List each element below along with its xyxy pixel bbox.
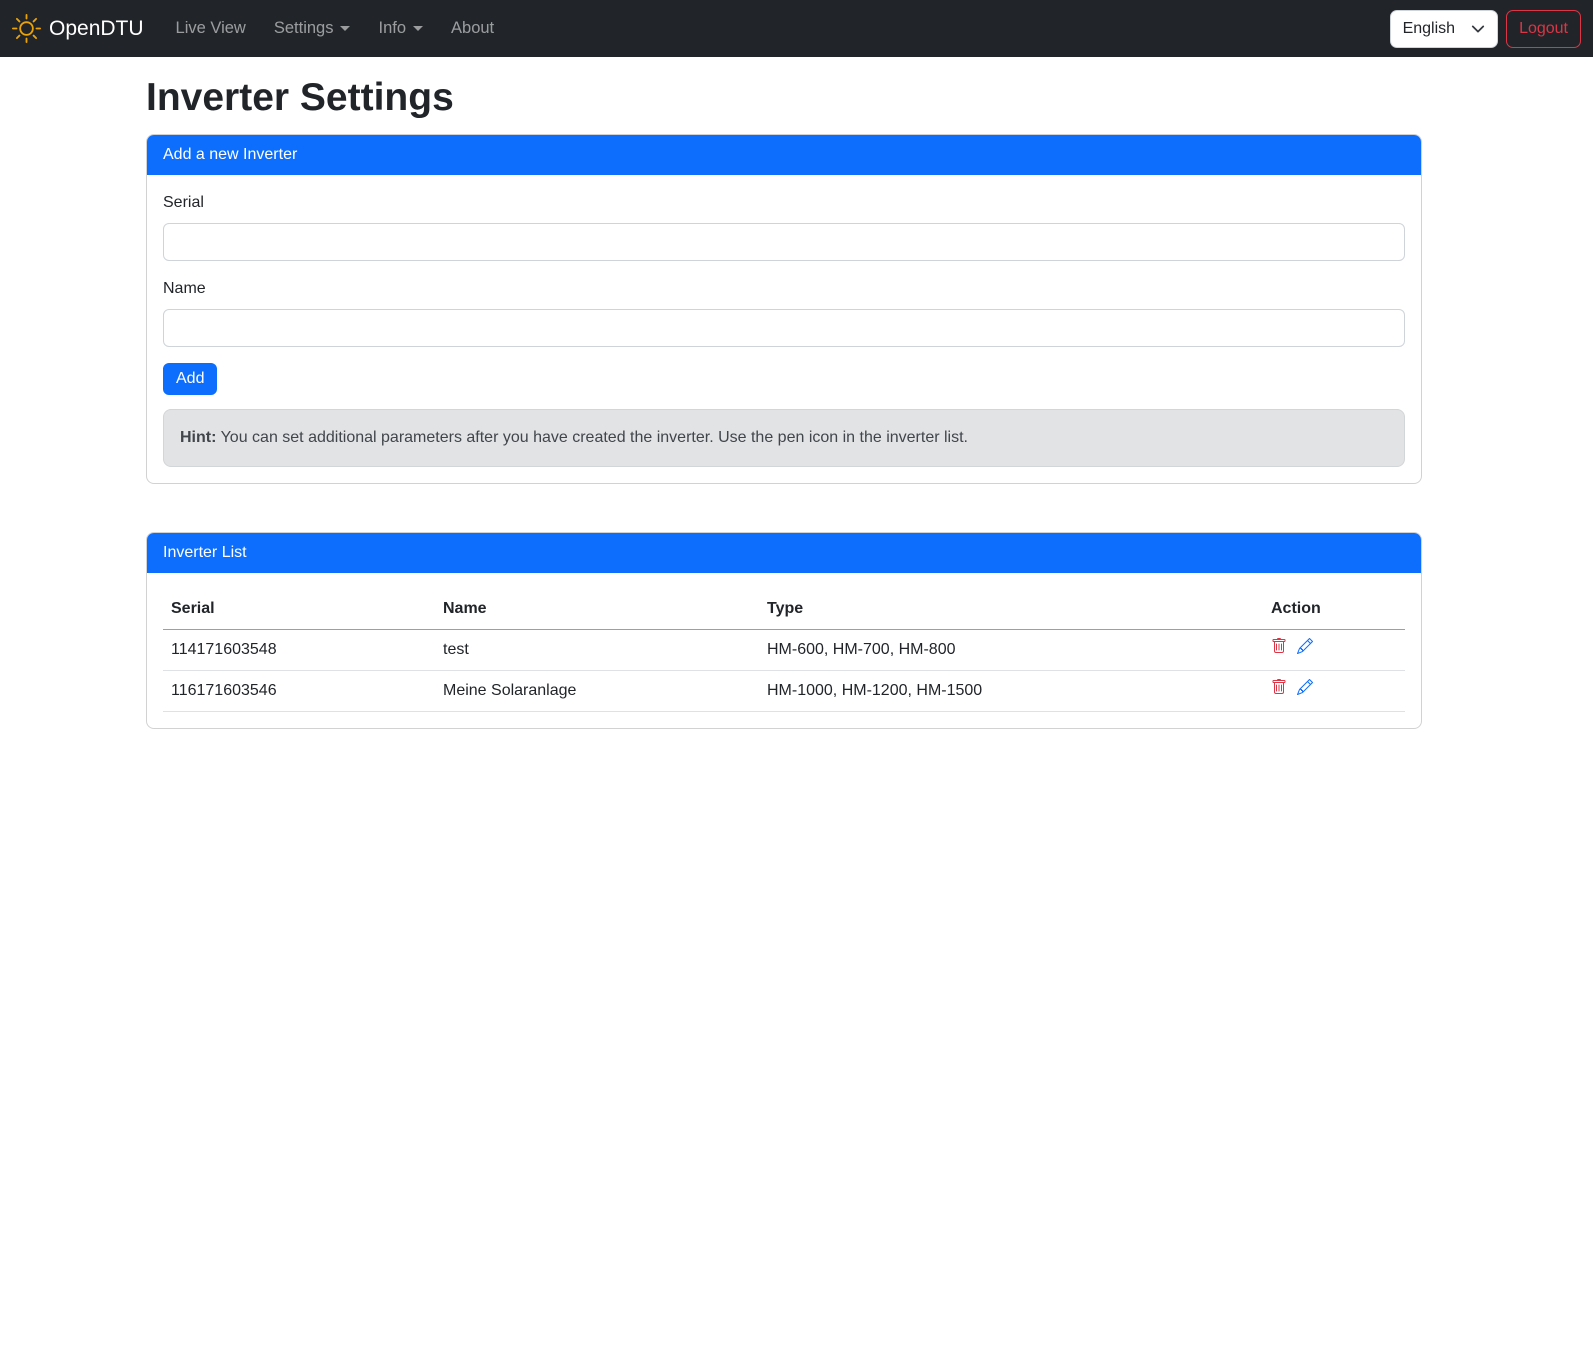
column-header-type: Type [759,589,1263,630]
navbar: OpenDTU Live View Settings Info About En… [0,0,1593,57]
cell-name: Meine Solaranlage [435,670,759,711]
cell-type: HM-1000, HM-1200, HM-1500 [759,670,1263,711]
hint-label: Hint: [180,429,216,446]
inverter-list-card-body: Serial Name Type Action 114171603548 tes… [147,573,1421,728]
nav-links: Live View Settings Info About [162,8,509,49]
caret-down-icon [413,26,423,31]
column-header-serial: Serial [163,589,435,630]
nav-item-label: Live View [176,16,246,41]
logout-button[interactable]: Logout [1506,10,1581,48]
hint-alert: Hint: You can set additional parameters … [163,409,1405,467]
column-header-name: Name [435,589,759,630]
page-title: Inverter Settings [146,75,1422,122]
add-inverter-card: Add a new Inverter Serial Name Add Hint:… [146,134,1422,484]
trash-icon [1271,638,1287,654]
table-row: 114171603548 test HM-600, HM-700, HM-800 [163,629,1405,670]
inverter-table: Serial Name Type Action 114171603548 tes… [163,589,1405,712]
pencil-icon [1297,638,1313,654]
cell-type: HM-600, HM-700, HM-800 [759,629,1263,670]
cell-action [1263,670,1405,711]
cell-serial: 116171603546 [163,670,435,711]
sun-icon [12,14,41,43]
nav-item-live-view[interactable]: Live View [162,8,260,49]
inverter-list-card: Inverter List Serial Name Type Action 11… [146,532,1422,729]
nav-item-info[interactable]: Info [364,8,437,49]
serial-label: Serial [163,191,204,215]
brand-label: OpenDTU [49,13,144,45]
serial-input[interactable] [163,223,1405,261]
language-select[interactable]: English [1390,10,1498,48]
cell-serial: 114171603548 [163,629,435,670]
trash-icon [1271,679,1287,695]
nav-item-label: Settings [274,16,334,41]
add-inverter-card-body: Serial Name Add Hint: You can set additi… [147,175,1421,483]
add-button[interactable]: Add [163,363,217,395]
delete-inverter-button[interactable] [1271,679,1287,695]
delete-inverter-button[interactable] [1271,638,1287,654]
navbar-right: English Logout [1390,10,1581,48]
hint-text: You can set additional parameters after … [216,429,968,446]
main-content: Inverter Settings Add a new Inverter Ser… [146,57,1422,729]
table-row: 116171603546 Meine Solaranlage HM-1000, … [163,670,1405,711]
cell-name: test [435,629,759,670]
column-header-action: Action [1263,589,1405,630]
nav-item-settings[interactable]: Settings [260,8,365,49]
inverter-list-card-header: Inverter List [147,533,1421,573]
table-header-row: Serial Name Type Action [163,589,1405,630]
add-inverter-card-header: Add a new Inverter [147,135,1421,175]
language-selected-value: English [1403,17,1455,41]
brand[interactable]: OpenDTU [12,13,144,45]
edit-inverter-button[interactable] [1297,638,1313,654]
cell-action [1263,629,1405,670]
edit-inverter-button[interactable] [1297,679,1313,695]
nav-item-label: Info [378,16,406,41]
nav-item-about[interactable]: About [437,8,508,49]
pencil-icon [1297,679,1313,695]
caret-down-icon [340,26,350,31]
chevron-down-icon [1471,22,1485,36]
name-label: Name [163,277,206,301]
name-input[interactable] [163,309,1405,347]
nav-item-label: About [451,16,494,41]
